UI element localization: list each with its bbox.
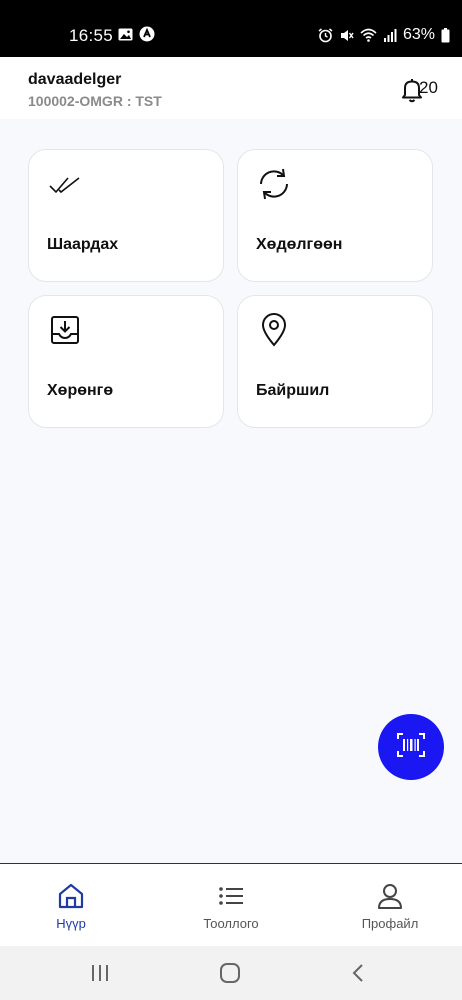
home-icon bbox=[57, 882, 85, 910]
nav-home[interactable]: Нүүр bbox=[11, 864, 131, 947]
tile-label: Хөдөлгөөн bbox=[256, 236, 343, 253]
status-time: 16:55 bbox=[69, 26, 114, 45]
battery-icon bbox=[441, 27, 450, 43]
tile-khudulguun[interactable]: Хөдөлгөөн bbox=[237, 149, 433, 282]
inbox-download-icon bbox=[47, 312, 83, 348]
double-check-icon bbox=[47, 166, 83, 202]
nav-label: Нүүр bbox=[56, 916, 86, 931]
alarm-icon bbox=[318, 27, 333, 43]
app-notification-icon bbox=[139, 26, 155, 42]
signal-icon bbox=[383, 28, 397, 42]
nav-profile[interactable]: Профайл bbox=[330, 864, 450, 947]
recent-apps-icon[interactable] bbox=[88, 962, 112, 984]
bottom-nav: Нүүр Тооллого Профайл bbox=[0, 863, 462, 946]
app-header: davaadelger 100002-OMGR : TST 20 bbox=[0, 57, 462, 119]
system-nav-bar bbox=[0, 946, 462, 1000]
org-code: 100002-OMGR : TST bbox=[28, 93, 162, 109]
image-icon bbox=[118, 28, 133, 41]
sync-icon bbox=[256, 166, 292, 202]
barcode-scan-icon bbox=[397, 732, 425, 762]
tile-shaardakh[interactable]: Шаардах bbox=[28, 149, 224, 282]
mute-icon bbox=[339, 28, 354, 43]
tile-khurungu[interactable]: Хөрөнгө bbox=[28, 295, 224, 428]
battery-percent: 63% bbox=[402, 26, 435, 43]
tile-label: Хөрөнгө bbox=[47, 382, 114, 399]
wifi-icon bbox=[360, 28, 377, 42]
back-icon[interactable] bbox=[347, 962, 371, 984]
nav-label: Тооллого bbox=[203, 916, 259, 931]
notification-count: 20 bbox=[419, 78, 438, 97]
tile-label: Байршил bbox=[256, 382, 330, 399]
location-pin-icon bbox=[256, 312, 292, 348]
status-bar: 16:55 63% bbox=[0, 0, 462, 57]
tile-bairshil[interactable]: Байршил bbox=[237, 295, 433, 428]
tile-label: Шаардах bbox=[47, 236, 119, 253]
list-icon bbox=[217, 882, 245, 910]
nav-toollogo[interactable]: Тооллого bbox=[171, 864, 291, 947]
username: davaadelger bbox=[28, 71, 122, 88]
scan-button[interactable] bbox=[378, 714, 444, 780]
home-circle-icon[interactable] bbox=[218, 962, 242, 984]
user-icon bbox=[376, 882, 404, 910]
nav-label: Профайл bbox=[361, 916, 419, 931]
